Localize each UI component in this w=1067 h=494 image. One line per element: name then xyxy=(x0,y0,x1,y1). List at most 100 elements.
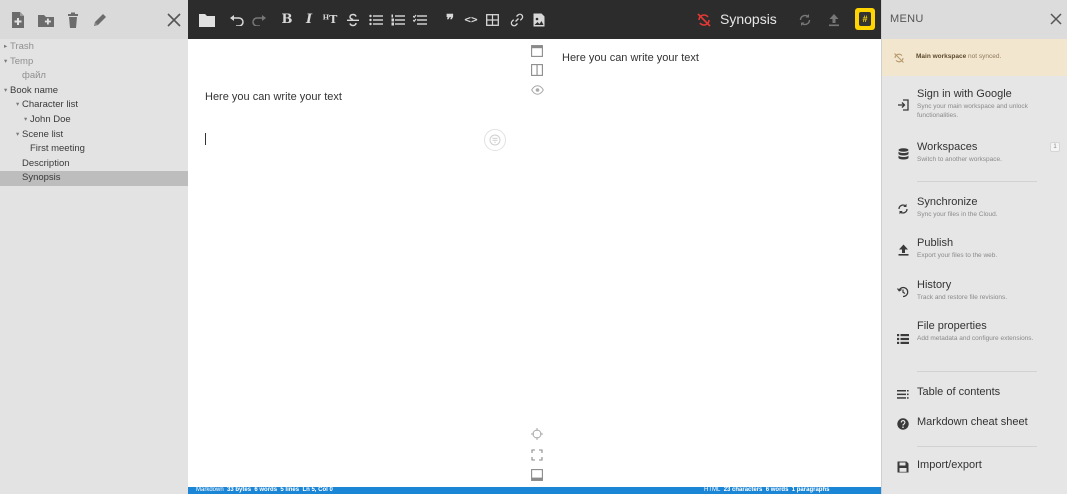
sign-in-icon xyxy=(896,98,910,112)
tree-item[interactable]: Description xyxy=(0,157,188,172)
tree-item[interactable]: ▾ John Doe xyxy=(0,113,188,128)
sync-off-icon xyxy=(893,51,905,69)
side-menu: MENU Main workspace not synced. Sign in … xyxy=(881,0,1067,494)
layout-toolbar xyxy=(526,39,548,487)
unordered-list-icon[interactable] xyxy=(368,0,384,39)
menu-item-synchronize[interactable]: Synchronize Sync your files in the Cloud… xyxy=(882,196,1067,226)
tree-item-label: Character list xyxy=(22,99,78,111)
comment-icon[interactable] xyxy=(484,129,506,151)
new-file-icon[interactable] xyxy=(8,10,28,30)
tree-item-label: Book name xyxy=(10,84,59,96)
menu-item-sign-in[interactable]: Sign in with Google Sync your main works… xyxy=(882,88,1067,128)
menu-divider xyxy=(917,446,1037,447)
checklist-icon[interactable] xyxy=(412,0,428,39)
file-tree: ▸ Trash ▾ Temp файл ▾ Book name ▾ Character list… xyxy=(0,40,188,186)
list-icon xyxy=(896,332,910,346)
menu-item-title: Sign in with Google xyxy=(917,88,1012,100)
notice-message: not synced. xyxy=(966,53,1002,60)
sync-notice-text: Main workspace not synced. xyxy=(916,53,1001,60)
tree-item[interactable]: Synopsis xyxy=(0,171,188,186)
tree-item[interactable]: ▾ Temp xyxy=(0,55,188,70)
preview-content: Here you can write your text xyxy=(562,52,699,64)
menu-item-table-of-contents[interactable]: Table of contents xyxy=(882,386,1067,402)
link-icon[interactable] xyxy=(509,0,525,39)
menu-divider xyxy=(917,371,1037,372)
menu-item-desc: Sync your files in the Cloud. xyxy=(917,211,998,218)
code-icon[interactable]: <> xyxy=(463,0,479,39)
menu-item-title: Markdown cheat sheet xyxy=(917,416,1028,428)
menu-divider xyxy=(917,181,1037,182)
menu-item-import-export[interactable]: Import/export xyxy=(882,459,1067,475)
status-bar-toggle-icon[interactable] xyxy=(529,467,545,483)
folder-icon[interactable] xyxy=(196,0,218,39)
image-icon[interactable] xyxy=(531,0,547,39)
markdown-stats: Markdown 33 bytes 6 words 5 lines Ln 5, … xyxy=(196,487,333,494)
status-lines: 5 lines xyxy=(280,487,300,493)
tree-item-label: Synopsis xyxy=(22,172,61,184)
rename-icon[interactable] xyxy=(90,10,110,30)
history-icon xyxy=(896,285,910,299)
editor-toolbar: B I ᴴT ❞ <> Synopsis # xyxy=(188,0,881,39)
toggle-navbar-icon[interactable] xyxy=(529,43,545,59)
tree-item[interactable]: ▾ Book name xyxy=(0,84,188,99)
tree-item[interactable]: ▾ Scene list xyxy=(0,128,188,143)
tree-item[interactable]: ▸ Trash xyxy=(0,40,188,55)
status-characters: 23 characters xyxy=(723,487,763,493)
table-icon[interactable] xyxy=(484,0,500,39)
heading-icon[interactable]: ᴴT xyxy=(322,0,338,39)
menu-item-title: History xyxy=(917,279,952,291)
menu-item-desc: Track and restore file revisions. xyxy=(917,294,1008,301)
status-bytes: 33 bytes xyxy=(227,487,252,493)
menu-item-markdown-cheat-sheet[interactable]: Markdown cheat sheet xyxy=(882,416,1067,432)
ordered-list-icon[interactable] xyxy=(390,0,406,39)
sync-notice: Main workspace not synced. xyxy=(882,39,1067,76)
close-menu-icon[interactable] xyxy=(1049,12,1063,26)
save-icon xyxy=(896,460,910,474)
status-position: Ln 5, Col 0 xyxy=(302,487,333,493)
delete-icon[interactable] xyxy=(63,10,83,30)
menu-item-workspaces[interactable]: Workspaces Switch to another workspace. xyxy=(882,141,1067,173)
sync-off-icon[interactable] xyxy=(696,12,712,28)
menu-item-title: Workspaces xyxy=(917,141,978,153)
menu-item-desc: Switch to another workspace. xyxy=(917,156,1002,163)
help-icon[interactable]: # xyxy=(855,8,875,30)
strikethrough-icon[interactable] xyxy=(345,0,361,39)
redo-icon[interactable] xyxy=(251,0,267,39)
undo-icon[interactable] xyxy=(229,0,245,39)
tree-item-label: файл xyxy=(22,70,46,82)
status-bar: Markdown 33 bytes 6 words 5 lines Ln 5, … xyxy=(188,487,881,494)
expand-icon[interactable] xyxy=(529,447,545,463)
status-html-words: 6 words xyxy=(765,487,789,493)
menu-item-file-properties[interactable]: File properties Add metadata and configu… xyxy=(882,320,1067,362)
tree-item[interactable]: файл xyxy=(0,69,188,84)
toc-icon xyxy=(896,387,910,401)
bold-icon[interactable]: B xyxy=(280,0,294,39)
tree-item[interactable]: ▾ Character list xyxy=(0,98,188,113)
close-explorer-icon[interactable] xyxy=(164,10,184,30)
tree-item-label: First meeting xyxy=(30,143,85,155)
focus-mode-icon[interactable] xyxy=(529,426,545,442)
menu-title: MENU xyxy=(890,13,924,25)
tree-item-label: Trash xyxy=(10,41,34,52)
new-folder-icon[interactable] xyxy=(36,10,56,30)
publish-icon[interactable] xyxy=(825,0,843,39)
menu-item-desc: Add metadata and configure extensions. xyxy=(917,335,1034,342)
status-words: 6 words xyxy=(254,487,278,493)
menu-item-publish[interactable]: Publish Export your files to the web. xyxy=(882,237,1067,267)
editor-content[interactable]: Here you can write your text xyxy=(205,91,342,103)
markdown-editor[interactable]: Here you can write your text xyxy=(188,39,526,487)
file-explorer: ▸ Trash ▾ Temp файл ▾ Book name ▾ Character list… xyxy=(0,0,188,494)
quote-icon[interactable]: ❞ xyxy=(443,0,457,39)
toggle-preview-icon[interactable] xyxy=(529,82,545,98)
menu-item-history[interactable]: History Track and restore file revisions… xyxy=(882,279,1067,309)
menu-item-title: File properties xyxy=(917,320,987,332)
tree-item-label: Description xyxy=(22,157,70,169)
italic-icon[interactable]: I xyxy=(302,0,316,39)
tree-item-label: Scene list xyxy=(22,128,64,140)
sync-icon[interactable] xyxy=(796,0,814,39)
tree-item[interactable]: First meeting xyxy=(0,142,188,157)
menu-item-desc: Export your files to the web. xyxy=(917,252,998,259)
html-preview: Here you can write your text xyxy=(548,39,881,487)
toggle-sidebar-icon[interactable] xyxy=(529,62,545,78)
tree-item-label: John Doe xyxy=(30,113,71,125)
